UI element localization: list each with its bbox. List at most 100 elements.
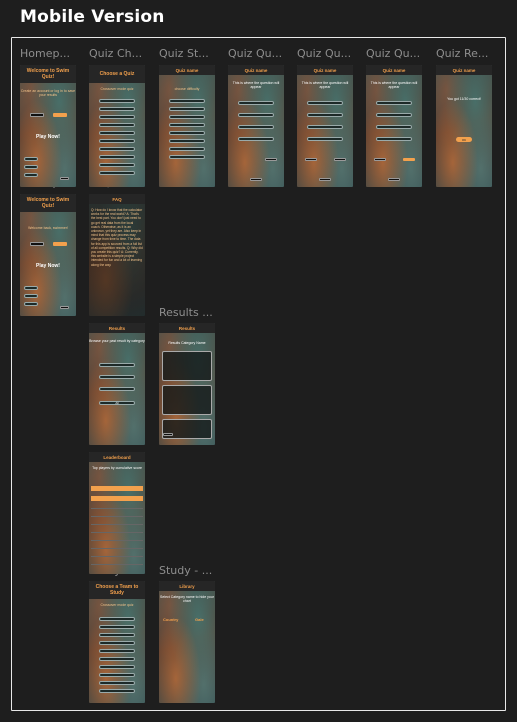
screen-quiz-start[interactable]: Quiz name choose difficulty: [159, 65, 215, 187]
frame-label-quiz-q1[interactable]: Quiz Qu...: [228, 47, 288, 60]
screen-subtitle: Top players by cumulative score: [92, 466, 142, 470]
question-text: This is where the question will appear: [301, 81, 349, 89]
score-text: You got 11/30 correct!: [447, 97, 481, 101]
next-button: [334, 158, 346, 161]
screen-header: Quiz name: [159, 65, 215, 75]
leaderboard-tabs: [91, 486, 143, 491]
team-pill: [99, 649, 135, 653]
question-text: This is where the question will appear: [370, 81, 418, 89]
difficulty-pill: [169, 147, 205, 151]
play-now-label: Play Now!: [36, 263, 60, 269]
screen-study[interactable]: Choose a Team to Study Crossover mode qu…: [89, 581, 145, 703]
library-row: [161, 667, 213, 672]
menu-pill: [24, 286, 38, 290]
team-pill: [99, 633, 135, 637]
results-button: [53, 242, 67, 246]
frame-label-quiz-results[interactable]: Quiz Re...: [436, 47, 496, 60]
screen-tagline: Welcome back, swimmer!: [28, 226, 68, 230]
all-label: All: [115, 401, 119, 405]
answer-pill: [307, 137, 343, 141]
screen-results[interactable]: Results Browse your past result by categ…: [89, 323, 145, 445]
screen-header: Results: [159, 323, 215, 333]
leaderboard-row: [91, 512, 143, 517]
finish-button: [403, 158, 415, 161]
option-pill: [99, 163, 135, 167]
quit-button: [319, 178, 331, 181]
screen-header: Quiz name: [297, 65, 353, 75]
difficulty-pill: [169, 139, 205, 143]
leaderboard-row: [91, 528, 143, 533]
screen-header: Welcome to Swim Quiz!: [20, 65, 76, 83]
answer-pill: [376, 101, 412, 105]
quit-button: [250, 178, 262, 181]
library-row: [161, 683, 213, 688]
screen-quiz-choose[interactable]: Choose a Quiz Crossover mode quiz: [89, 65, 145, 187]
answer-pill: [307, 101, 343, 105]
column-header-gale: Gale: [195, 617, 204, 622]
option-pill: [99, 171, 135, 175]
screen-study-library[interactable]: Library Select Category name to hide you…: [159, 581, 215, 703]
screen-header: Welcome to Swim Quiz!: [20, 194, 76, 212]
screen-subtitle: choose difficulty: [174, 87, 200, 91]
screen-header: Choose a Team to Study: [89, 581, 145, 599]
option-pill: [99, 147, 135, 151]
option-pill: [99, 123, 135, 127]
team-pill: [99, 665, 135, 669]
screen-quiz-question-3[interactable]: Quiz name This is where the question wil…: [366, 65, 422, 187]
ok-button: OK: [456, 137, 472, 142]
team-pill: [99, 625, 135, 629]
option-pill: [99, 115, 135, 119]
footer-button: [60, 306, 69, 309]
menu-pill: [24, 302, 38, 306]
team-pill: [99, 657, 135, 661]
leaderboard-row: [91, 520, 143, 525]
screen-homepage-logged-in[interactable]: Welcome to Swim Quiz! Welcome back, swim…: [20, 194, 76, 316]
page-title: Mobile Version: [20, 7, 165, 27]
difficulty-pill: [169, 123, 205, 127]
team-pill: [99, 617, 135, 621]
leaderboard-row: [91, 496, 143, 501]
screen-quiz-question-2[interactable]: Quiz name This is where the question wil…: [297, 65, 353, 187]
option-pill: [99, 107, 135, 111]
column-header-country: Country: [163, 617, 179, 622]
library-row: [161, 627, 213, 632]
screen-homepage[interactable]: Welcome to Swim Quiz! Create an account …: [20, 65, 76, 187]
frame-label-quiz-choose[interactable]: Quiz Ch...: [89, 47, 149, 60]
library-row: [161, 691, 213, 696]
screen-header: Quiz name: [366, 65, 422, 75]
answer-pill: [307, 113, 343, 117]
screen-faq[interactable]: FAQ Q: How do I know that the calculator…: [89, 194, 145, 316]
difficulty-pill: [169, 107, 205, 111]
logout-button: [30, 242, 44, 246]
screen-subtitle: Crossover mode quiz: [100, 603, 134, 607]
frame-label-quiz-start[interactable]: Quiz St...: [159, 47, 219, 60]
answer-pill: [307, 125, 343, 129]
leaderboard-row: [91, 504, 143, 509]
question-text: This is where the question will appear: [232, 81, 280, 89]
screen-header: Choose a Quiz: [89, 65, 145, 83]
library-row: [161, 651, 213, 656]
library-row: [161, 659, 213, 664]
frame-label-homepage[interactable]: Homep...: [20, 47, 80, 60]
faq-body-text: Q: How do I know that the calculator wor…: [91, 208, 143, 267]
screen-leaderboard[interactable]: Leaderboard Top players by cumulative sc…: [89, 452, 145, 574]
screen-results-detail[interactable]: Results Results Category Name: [159, 323, 215, 445]
leaderboard-row: [91, 544, 143, 549]
frame-label-quiz-q3[interactable]: Quiz Qu...: [366, 47, 426, 60]
library-row: [161, 675, 213, 680]
back-button: [305, 158, 317, 161]
frame-label-quiz-q2[interactable]: Quiz Qu...: [297, 47, 357, 60]
back-button: [374, 158, 386, 161]
menu-pill: [24, 157, 38, 161]
frame-label-study-detail[interactable]: Study - ...: [159, 564, 219, 577]
frame-label-results-detail[interactable]: Results ...: [159, 306, 219, 319]
screen-header: Results: [89, 323, 145, 333]
results-box: [162, 385, 212, 415]
category-pill: [99, 387, 135, 391]
screen-header: FAQ: [89, 194, 145, 204]
screen-tagline: Create an account or log in to save your…: [20, 89, 76, 97]
screen-quiz-results[interactable]: Quiz name You got 11/30 correct! OK: [436, 65, 492, 187]
team-pill: [99, 681, 135, 685]
answer-pill: [238, 101, 274, 105]
screen-quiz-question-1[interactable]: Quiz name This is where the question wil…: [228, 65, 284, 187]
